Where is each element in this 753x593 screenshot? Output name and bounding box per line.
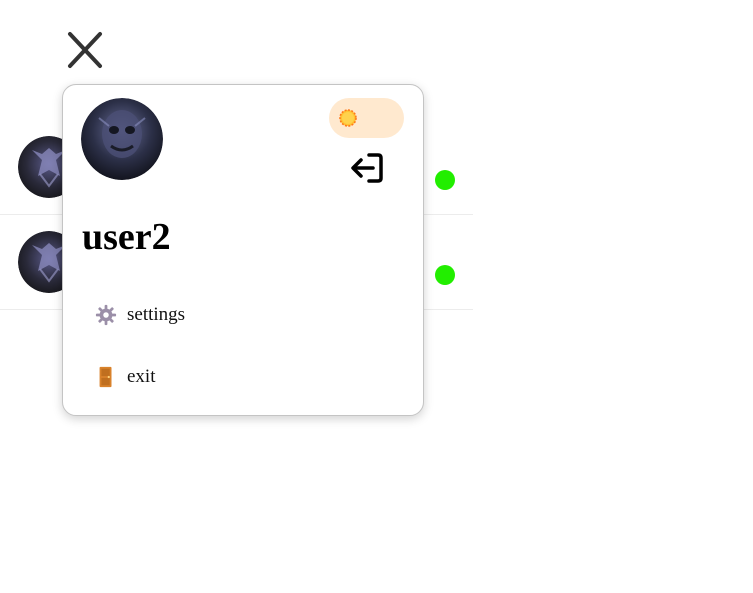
settings-label: settings xyxy=(127,304,186,325)
close-button[interactable] xyxy=(64,30,104,70)
theme-toggle[interactable] xyxy=(329,98,404,138)
sun-icon xyxy=(339,109,357,127)
door-icon xyxy=(99,366,112,388)
username: user2 xyxy=(82,216,171,258)
logout-icon[interactable] xyxy=(349,151,385,185)
profile-avatar[interactable] xyxy=(81,98,163,180)
page: user2 settings exit xyxy=(0,0,753,593)
settings-menu-item[interactable]: settings xyxy=(95,301,185,329)
exit-menu-item[interactable]: exit xyxy=(95,363,156,391)
gear-icon xyxy=(95,304,117,326)
exit-label: exit xyxy=(127,366,156,387)
online-indicator xyxy=(435,265,455,285)
close-icon xyxy=(68,32,102,68)
online-indicator xyxy=(435,170,455,190)
profile-popup: user2 settings exit xyxy=(62,84,424,416)
